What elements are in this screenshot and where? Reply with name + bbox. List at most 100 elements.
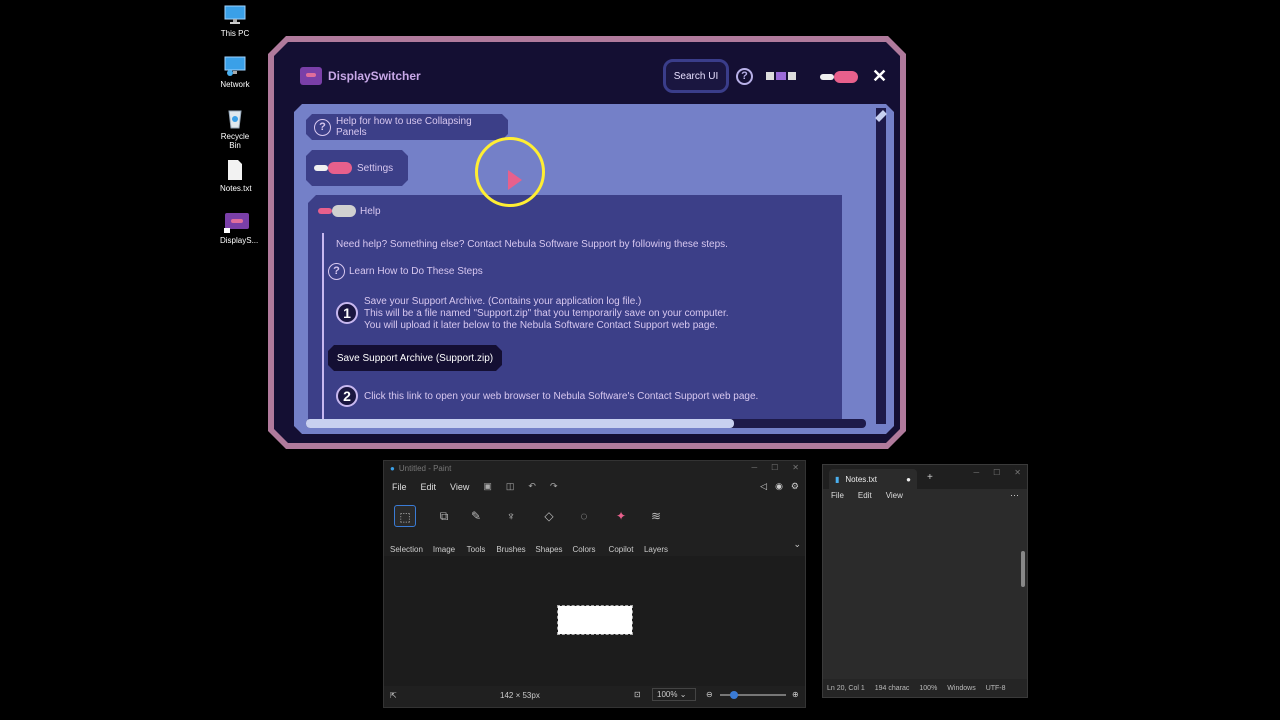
desktop-icon-displayswitcher[interactable]: DisplayS... (220, 211, 259, 245)
help-panel-indent-bar (322, 233, 324, 423)
notepad-tab[interactable]: ▮ Notes.txt ● (829, 469, 917, 489)
settings-label: Settings (357, 162, 394, 174)
image-icon: ⧉ (439, 509, 449, 523)
redo-icon[interactable]: ↷ (550, 481, 558, 492)
close-icon[interactable]: ✕ (872, 66, 887, 87)
tool-selection[interactable]: ⬚ Selection (390, 505, 423, 554)
cursor-position: Ln 20, Col 1 (827, 684, 865, 692)
horizontal-scrollbar[interactable] (306, 419, 866, 428)
help-panel-header[interactable]: Help (318, 205, 381, 217)
paint-titlebar: ● Untitled - Paint (390, 464, 451, 473)
search-ui-button[interactable]: Search UI (663, 59, 729, 93)
monitor-icon (224, 4, 246, 26)
account-icon[interactable]: ◉ (775, 481, 783, 492)
desktop-icon-label: This PC (220, 29, 250, 38)
notepad-app-icon: ▮ (835, 474, 840, 484)
app-title-text: DisplaySwitcher (328, 69, 421, 83)
menu-edit[interactable]: Edit (858, 491, 872, 500)
save-support-archive-button[interactable]: Save Support Archive (Support.zip) (328, 345, 502, 371)
chevron-down-icon[interactable]: ⌄ (793, 539, 801, 550)
paint-ribbon: ⬚ Selection ⧉ Image ✎ Tools ♆ Brushes ◇ Shape… (384, 501, 805, 554)
vertical-scrollbar[interactable] (875, 108, 887, 424)
settings-panel-header[interactable]: Settings (306, 150, 408, 186)
displayswitcher-shortcut-icon (224, 211, 249, 233)
gear-icon[interactable]: ⚙ (791, 481, 799, 492)
tool-tools[interactable]: ✎ Tools (464, 505, 488, 554)
learn-steps-link[interactable]: ? Learn How to Do These Steps (328, 263, 483, 280)
tool-image[interactable]: ⧉ Image (430, 505, 458, 554)
zoom-slider-thumb[interactable] (730, 691, 738, 699)
step-1-line-2: This will be a file named "Support.zip" … (364, 308, 729, 319)
tool-layers[interactable]: ≋ Layers (642, 505, 670, 554)
maximize-icon[interactable]: ☐ (771, 463, 778, 472)
display-layout-icon[interactable] (766, 72, 796, 80)
notepad-vertical-scrollbar[interactable] (1021, 505, 1025, 677)
step-2-badge: 2 (336, 385, 358, 407)
tool-copilot[interactable]: ✦ Copilot (606, 505, 636, 554)
menu-view[interactable]: View (886, 491, 903, 500)
question-icon: ? (314, 119, 331, 136)
paint-window-controls: ─ ☐ ✕ (751, 463, 799, 472)
app-title: DisplaySwitcher (300, 67, 421, 85)
notepad-window-controls: ─ ☐ ✕ (973, 468, 1021, 477)
tool-brushes[interactable]: ♆ Brushes (494, 505, 528, 554)
close-icon[interactable]: ✕ (792, 463, 799, 472)
zoom-in-icon[interactable]: ⊕ (792, 690, 799, 699)
settings-toggle[interactable] (314, 162, 352, 174)
master-toggle[interactable] (820, 71, 858, 83)
desktop-icon-label: DisplayS... (220, 236, 259, 245)
more-options-icon[interactable]: ⋯ (1010, 490, 1019, 501)
zoom-slider[interactable] (720, 691, 786, 699)
collapse-help-link[interactable]: ? Help for how to use Collapsing Panels (306, 114, 508, 140)
help-intro: Need help? Something else? Contact Nebul… (336, 239, 728, 250)
save-icon[interactable]: ▣ (483, 481, 492, 492)
screen: This PC Network Recycle Bin Notes.txt Di… (0, 0, 1280, 720)
zoom-level: 100% (919, 684, 938, 692)
tools-icon: ✎ (470, 509, 482, 523)
learn-steps-text: Learn How to Do These Steps (349, 266, 483, 277)
collapse-help-text: Help for how to use Collapsing Panels (336, 116, 472, 138)
network-icon (224, 55, 246, 77)
maximize-icon[interactable]: ☐ (993, 468, 1000, 477)
menu-file[interactable]: File (392, 482, 407, 492)
desktop-icon-notes[interactable]: Notes.txt (220, 159, 252, 193)
menu-view[interactable]: View (450, 482, 469, 492)
paint-statusbar: ⇱ 142 × 53px ⊡ 100% ⌄ ⊖ ⊕ (384, 685, 805, 707)
paint-app-icon: ● (390, 464, 395, 473)
horizontal-scroll-thumb[interactable] (306, 419, 734, 428)
share-icon[interactable]: ◫ (506, 481, 515, 492)
selection-icon: ⬚ (394, 505, 416, 527)
desktop-icon-label: Notes.txt (220, 184, 252, 193)
desktop-icon-this-pc[interactable]: This PC (220, 4, 250, 38)
close-icon[interactable]: ✕ (1014, 468, 1021, 477)
palette-icon: ◌ (580, 509, 588, 523)
paint-menubar: File Edit View ▣ ◫ ↶ ↷ (392, 481, 558, 492)
broadcast-icon[interactable]: ◁ (760, 481, 767, 492)
notepad-tabbar: ▮ Notes.txt ● + ─ ☐ ✕ (823, 465, 1027, 489)
paint-window: ● Untitled - Paint ─ ☐ ✕ File Edit View … (383, 460, 806, 708)
menu-file[interactable]: File (831, 491, 844, 500)
tool-shapes[interactable]: ◇ Shapes (534, 505, 564, 554)
zoom-select[interactable]: 100% ⌄ (652, 688, 696, 701)
notepad-scroll-thumb[interactable] (1021, 551, 1025, 587)
vertical-scroll-thumb[interactable] (875, 110, 887, 122)
desktop-icon-network[interactable]: Network (220, 55, 250, 89)
paint-right-icons: ◁ ◉ ⚙ (760, 481, 799, 492)
undo-icon[interactable]: ↶ (528, 481, 536, 492)
minimize-icon[interactable]: ─ (973, 468, 979, 477)
zoom-out-icon[interactable]: ⊖ (706, 690, 713, 699)
paint-title: Untitled - Paint (398, 464, 452, 473)
step-2-link[interactable]: Click this link to open your web browser… (364, 391, 758, 403)
menu-edit[interactable]: Edit (421, 482, 437, 492)
help-panel: Help Need help? Something else? Contact … (308, 195, 842, 425)
help-icon[interactable]: ? (736, 68, 753, 85)
help-toggle[interactable] (318, 205, 356, 217)
step-1-line-1: Save your Support Archive. (Contains you… (364, 296, 642, 307)
tool-colors[interactable]: ◌ Colors (570, 505, 598, 554)
main-panel: ? Help for how to use Collapsing Panels … (294, 104, 894, 434)
fit-icon[interactable]: ⊡ (634, 690, 641, 699)
new-tab-icon[interactable]: + (927, 472, 933, 483)
desktop-icon-recycle-bin[interactable]: Recycle Bin (220, 107, 250, 150)
minimize-icon[interactable]: ─ (751, 463, 757, 472)
paint-canvas[interactable] (557, 605, 633, 635)
